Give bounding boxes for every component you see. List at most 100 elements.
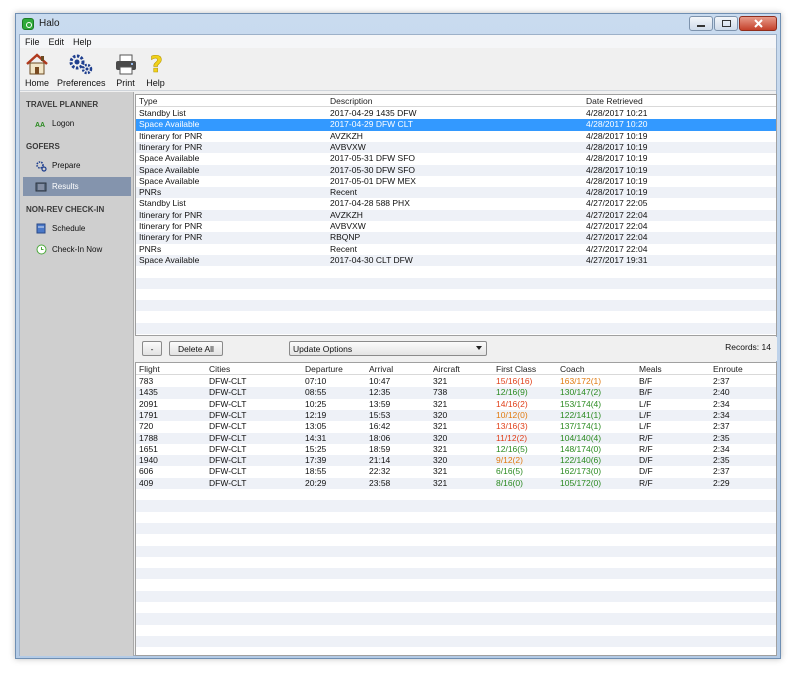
column-header-first-class[interactable]: First Class — [496, 364, 536, 374]
menu-file[interactable]: File — [25, 37, 40, 47]
table-row[interactable]: 783 DFW-CLT 07:10 10:47 321 15/16(16) 163/172(… — [136, 376, 776, 387]
column-header-type[interactable]: Type — [139, 96, 157, 106]
flights-grid[interactable]: Flight Cities Departure Arrival Aircraft… — [135, 362, 777, 656]
column-header-coach[interactable]: Coach — [560, 364, 585, 374]
cell-description: RBQNP — [330, 232, 361, 243]
preferences-button[interactable]: Preferences — [54, 48, 109, 88]
gears-icon — [69, 54, 93, 75]
empty-row — [136, 568, 776, 580]
cell-cities: DFW-CLT — [209, 421, 247, 432]
table-row[interactable]: Itinerary for PNR AVBVXW 4/28/2017 10:19 — [136, 141, 776, 154]
table-row[interactable]: 1791 DFW-CLT 12:19 15:53 320 10/12(0) 122/141(… — [136, 409, 776, 422]
cell-flight: 1940 — [139, 455, 158, 466]
cell-departure: 08:55 — [305, 387, 327, 398]
cell-enroute: 2:40 — [713, 387, 730, 398]
cell-enroute: 2:37 — [713, 376, 730, 386]
results-grid[interactable]: Type Description Date Retrieved Standby … — [135, 94, 777, 336]
table-row[interactable]: Itinerary for PNR AVZKZH 4/27/2017 22:04 — [136, 209, 776, 221]
cell-coach: 104/140(4) — [560, 432, 602, 443]
table-row[interactable]: Space Available 2017-05-01 DFW MEX 4/28/20… — [136, 176, 776, 187]
cell-arrival: 18:59 — [369, 443, 391, 454]
table-row[interactable]: Space Available 2017-04-30 CLT DFW 4/27/20… — [136, 254, 776, 267]
close-button[interactable] — [739, 16, 777, 31]
sidebar-item-logon[interactable]: AA Logon — [23, 114, 131, 133]
empty-row — [136, 590, 776, 602]
cell-aircraft: 321 — [433, 398, 448, 409]
cell-meals: B/F — [639, 387, 653, 398]
empty-row — [136, 500, 776, 512]
empty-row — [136, 277, 776, 289]
empty-row — [136, 266, 776, 277]
column-header-flight[interactable]: Flight — [139, 364, 160, 374]
cell-meals: B/F — [639, 376, 653, 386]
update-options-dropdown[interactable]: Update Options — [289, 341, 487, 356]
table-row[interactable]: Standby List 2017-04-29 1435 DFW 4/28/2017… — [136, 108, 776, 119]
home-button[interactable]: Home — [22, 48, 52, 88]
minimize-button[interactable] — [689, 16, 713, 31]
table-row[interactable]: Itinerary for PNR AVZKZH 4/28/2017 10:19 — [136, 131, 776, 142]
table-row[interactable]: PNRs Recent 4/27/2017 22:04 — [136, 244, 776, 255]
app-logo-icon — [22, 18, 34, 30]
table-row[interactable]: 720 DFW-CLT 13:05 16:42 321 13/16(3) 137/174(1… — [136, 421, 776, 432]
cell-date-retrieved: 4/28/2017 10:19 — [586, 141, 648, 152]
clock-icon — [35, 244, 47, 256]
flights-header: Flight Cities Departure Arrival Aircraft… — [136, 363, 776, 375]
sidebar-item-results[interactable]: Results — [23, 177, 131, 196]
column-header-departure[interactable]: Departure — [305, 364, 343, 374]
table-row[interactable]: Itinerary for PNR AVBVXW 4/27/2017 22:04 — [136, 221, 776, 232]
cell-date-retrieved: 4/28/2017 10:19 — [586, 164, 648, 175]
table-row[interactable]: 1940 DFW-CLT 17:39 21:14 320 9/12(2) 122/140(6… — [136, 455, 776, 467]
help-button[interactable]: ? Help — [143, 48, 169, 88]
table-row[interactable]: 409 DFW-CLT 20:29 23:58 321 8/16(0) 105/172(0)… — [136, 477, 776, 489]
sidebar-item-label: Prepare — [52, 161, 81, 170]
sidebar-item-prepare[interactable]: Prepare — [23, 156, 131, 175]
column-header-date-retrieved[interactable]: Date Retrieved — [586, 96, 643, 106]
table-row[interactable]: PNRs Recent 4/28/2017 10:19 — [136, 187, 776, 199]
cell-enroute: 2:34 — [713, 443, 730, 454]
home-icon — [26, 53, 48, 75]
sidebar-item-schedule[interactable]: Schedule — [23, 219, 131, 238]
table-row[interactable]: 2091 DFW-CLT 10:25 13:59 321 14/16(2) 153/174(… — [136, 399, 776, 410]
cell-meals: D/F — [639, 466, 653, 477]
menu-edit[interactable]: Edit — [49, 37, 65, 47]
column-header-arrival[interactable]: Arrival — [369, 364, 393, 374]
empty-row — [136, 534, 776, 545]
maximize-button[interactable] — [714, 16, 738, 31]
cell-first-class: 14/16(2) — [496, 398, 528, 409]
column-header-meals[interactable]: Meals — [639, 364, 662, 374]
print-button[interactable]: Print — [111, 48, 141, 88]
cell-coach: 130/147(2) — [560, 387, 602, 398]
table-row[interactable]: Itinerary for PNR RBQNP 4/27/2017 22:04 — [136, 232, 776, 244]
table-row[interactable]: Space Available 2017-05-30 DFW SFO 4/28/20… — [136, 164, 776, 176]
delete-all-button[interactable]: Delete All — [169, 341, 223, 356]
table-row[interactable]: 1435 DFW-CLT 08:55 12:35 738 12/16(9) 130/147(… — [136, 387, 776, 399]
cell-description: 2017-04-28 588 PHX — [330, 198, 410, 209]
cell-departure: 20:29 — [305, 477, 327, 488]
table-row[interactable]: 1651 DFW-CLT 15:25 18:59 321 12/16(5) 148/174(… — [136, 444, 776, 455]
column-header-aircraft[interactable]: Aircraft — [433, 364, 460, 374]
remove-button[interactable]: - — [142, 341, 162, 356]
title-bar[interactable]: Halo — [16, 14, 780, 34]
cell-flight: 1788 — [139, 432, 158, 443]
table-row[interactable]: Space Available 2017-04-29 DFW CLT 4/28/20… — [136, 119, 776, 131]
column-header-cities[interactable]: Cities — [209, 364, 230, 374]
action-bar: - Delete All Update Options Records: 14 — [135, 337, 777, 361]
cell-cities: DFW-CLT — [209, 455, 247, 466]
cell-arrival: 22:32 — [369, 466, 391, 477]
table-row[interactable]: 1788 DFW-CLT 14:31 18:06 320 11/12(2) 104/140(… — [136, 432, 776, 444]
sidebar-item-check-in-now[interactable]: Check-In Now — [23, 240, 131, 259]
cell-description: AVZKZH — [330, 130, 363, 141]
menu-help[interactable]: Help — [73, 37, 92, 47]
cell-aircraft: 320 — [433, 455, 448, 466]
cell-aircraft: 738 — [433, 387, 448, 398]
cell-type: Itinerary for PNR — [139, 209, 203, 220]
empty-row — [136, 512, 776, 523]
cell-departure: 10:25 — [305, 398, 327, 409]
table-row[interactable]: Space Available 2017-05-31 DFW SFO 4/28/20… — [136, 153, 776, 164]
table-row[interactable]: Standby List 2017-04-28 588 PHX 4/27/2017 … — [136, 198, 776, 209]
column-header-description[interactable]: Description — [330, 96, 373, 106]
cell-description: AVBVXW — [330, 221, 366, 231]
empty-row — [136, 602, 776, 613]
table-row[interactable]: 606 DFW-CLT 18:55 22:32 321 6/16(5) 162/173(0)… — [136, 466, 776, 477]
column-header-enroute[interactable]: Enroute — [713, 364, 743, 374]
